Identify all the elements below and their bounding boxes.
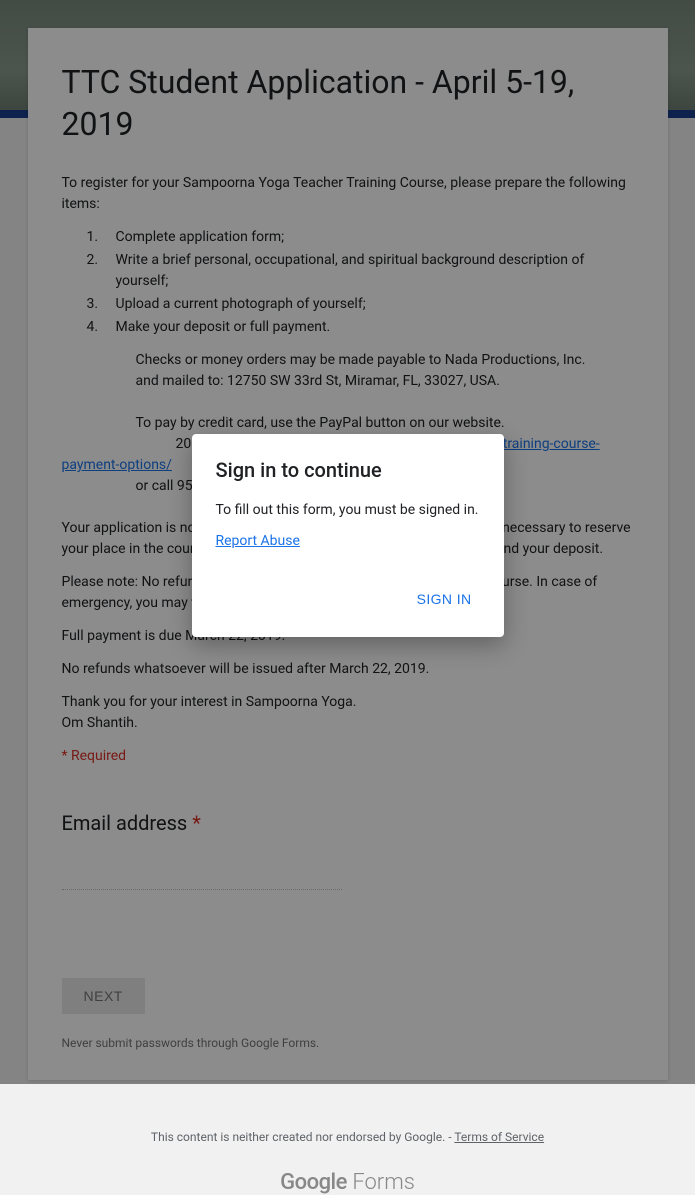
modal-actions: SIGN IN	[216, 585, 480, 613]
modal-title: Sign in to continue	[216, 458, 480, 482]
logo-google-text: Google	[280, 1170, 347, 1195]
logo-forms-text: Forms	[347, 1170, 415, 1195]
footer: This content is neither created nor endo…	[0, 1130, 695, 1195]
signin-button[interactable]: SIGN IN	[409, 585, 480, 613]
report-abuse-link[interactable]: Report Abuse	[216, 533, 300, 549]
footer-text: This content is neither created nor endo…	[151, 1130, 454, 1144]
signin-modal: Sign in to continue To fill out this for…	[192, 434, 504, 637]
terms-link[interactable]: Terms of Service	[454, 1130, 544, 1144]
google-forms-logo: Google Forms	[0, 1170, 695, 1195]
modal-body-text: To fill out this form, you must be signe…	[216, 502, 480, 518]
